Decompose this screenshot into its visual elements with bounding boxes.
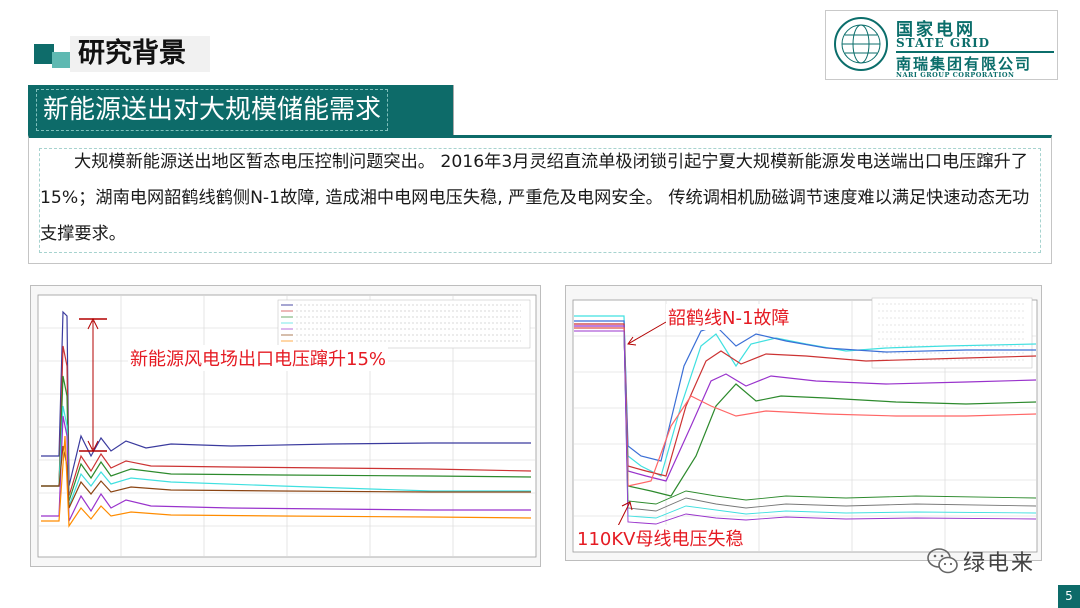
logo-company-en: NARI GROUP CORPORATION — [896, 71, 1015, 79]
title-square-light — [52, 52, 70, 68]
logo-en-name: STATE GRID — [896, 36, 991, 50]
fault-callout: 韶鹤线N-1故障 — [666, 304, 792, 330]
wind-farm-voltage-plot — [37, 294, 537, 558]
slide-title: 研究背景 — [70, 36, 210, 72]
hunan-grid-voltage-plot — [572, 297, 1038, 553]
section-title: 新能源送出对大规模储能需求 — [36, 89, 389, 131]
wind-farm-callout: 新能源风电场出口电压蹿升15% — [128, 345, 389, 371]
wechat-watermark: 绿电来 — [927, 545, 1067, 579]
globe-icon — [834, 17, 888, 71]
state-grid-logo: 国家电网 STATE GRID 南瑞集团有限公司 NARI GROUP CORP… — [825, 10, 1058, 80]
page-number: 5 — [1058, 585, 1080, 608]
watermark-text: 绿电来 — [963, 551, 1036, 576]
wechat-icon — [927, 548, 958, 574]
section-header-edge — [453, 85, 454, 135]
hunan-grid-voltage-figure — [565, 285, 1042, 561]
background-paragraph: 大规模新能源送出地区暂态电压控制问题突出。 2016年3月灵绍直流单极闭锁引起宁… — [40, 144, 1030, 252]
wind-farm-voltage-figure — [30, 285, 541, 567]
paragraph-text: 大规模新能源送出地区暂态电压控制问题突出。 2016年3月灵绍直流单极闭锁引起宁… — [40, 152, 1030, 244]
voltage-collapse-callout: 110KV母线电压失稳 — [575, 525, 746, 551]
title-square-dark — [34, 44, 54, 64]
